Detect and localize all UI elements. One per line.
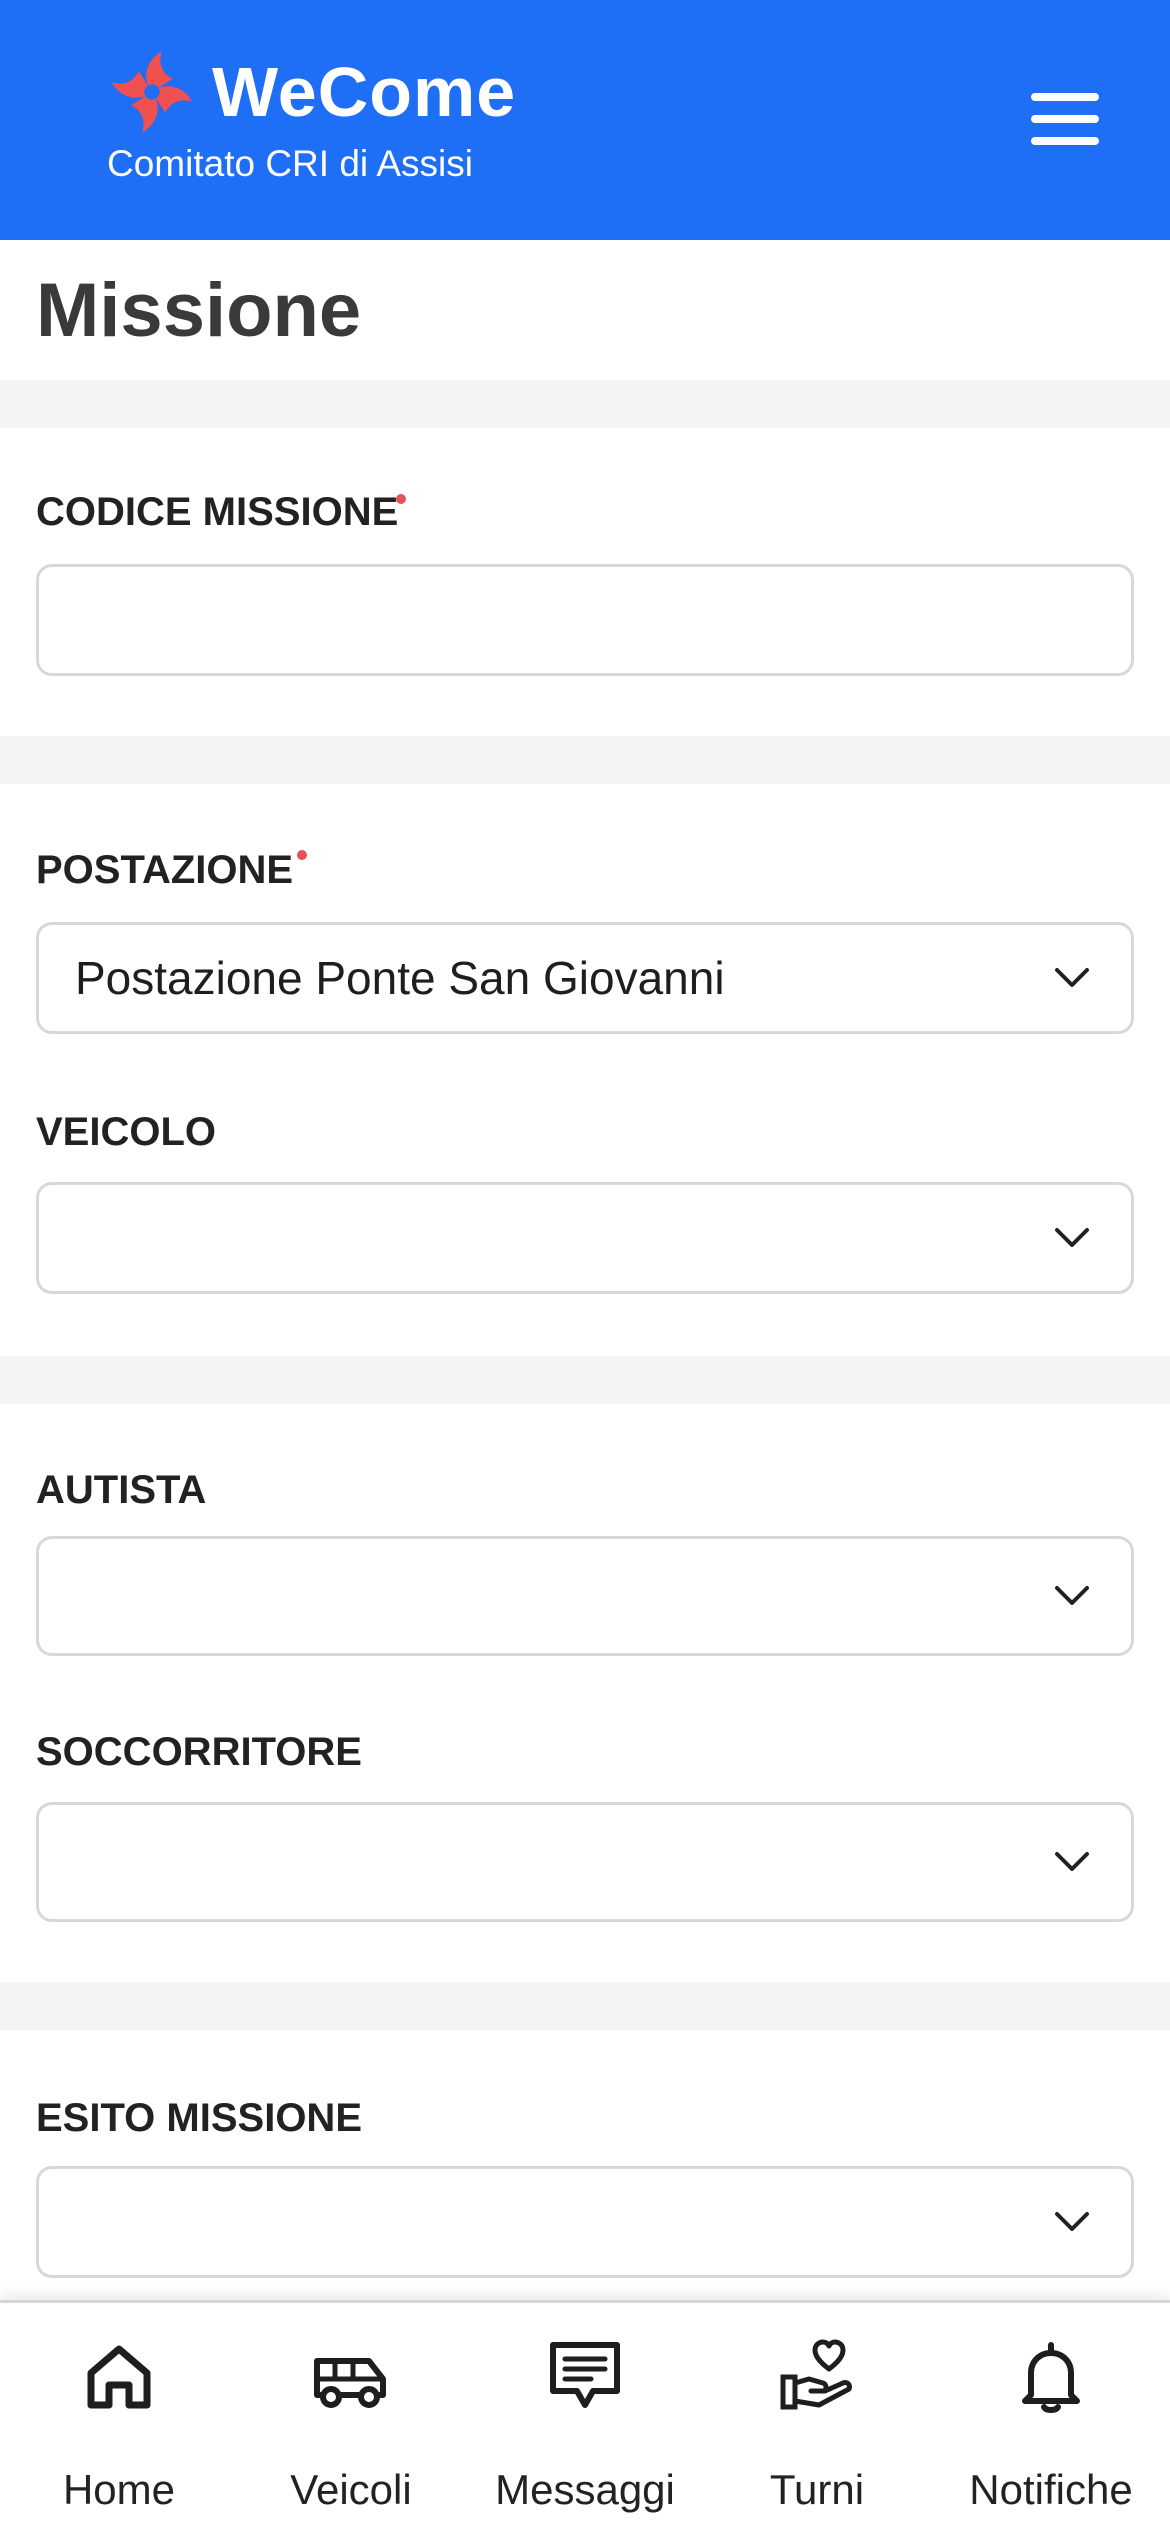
nav-label-turni: Turni xyxy=(769,2466,865,2513)
autista-select[interactable] xyxy=(36,1536,1134,1656)
nav-label-veicoli: Veicoli xyxy=(290,2466,412,2513)
section-esito: ESITO MISSIONE xyxy=(0,2030,1170,2300)
required-indicator xyxy=(396,494,406,504)
codice-missione-label: CODICE MISSIONE xyxy=(36,490,399,534)
section-divider xyxy=(0,736,1170,784)
chevron-down-icon xyxy=(1055,2212,1089,2231)
message-icon xyxy=(550,2342,620,2408)
nav-item-messaggi[interactable]: Messaggi xyxy=(468,2303,702,2532)
postazione-label: POSTAZIONE xyxy=(36,848,294,892)
brand-subtitle: Comitato CRI di Assisi xyxy=(107,143,473,184)
section-postazione: POSTAZIONE Postazione Ponte San Giovanni… xyxy=(0,784,1170,1356)
soccorritore-label: SOCCORRITORE xyxy=(36,1730,362,1774)
nav-label-notifiche: Notifiche xyxy=(969,2466,1133,2513)
chevron-down-icon xyxy=(1055,968,1089,987)
brand-name: WeCome xyxy=(212,53,517,131)
pinwheel-logo-icon xyxy=(111,51,193,133)
required-indicator xyxy=(297,850,307,860)
chevron-down-icon xyxy=(1055,1228,1089,1247)
esito-missione-label: ESITO MISSIONE xyxy=(36,2096,362,2140)
app-header: WeCome Comitato CRI di Assisi xyxy=(0,0,1170,240)
codice-missione-input[interactable] xyxy=(39,567,1131,673)
section-divider xyxy=(0,1982,1170,2030)
section-divider xyxy=(0,380,1170,428)
postazione-select[interactable]: Postazione Ponte San Giovanni xyxy=(36,922,1134,1034)
bottom-navigation: Home Veicoli Messaggi Turni Notifiche xyxy=(0,2300,1170,2532)
van-icon xyxy=(314,2358,386,2408)
page-title-block: Missione xyxy=(0,240,1170,380)
codice-missione-field[interactable] xyxy=(36,564,1134,676)
section-equipaggio: AUTISTA SOCCORRITORE xyxy=(0,1404,1170,1982)
home-icon xyxy=(87,2345,151,2409)
nav-item-notifiche[interactable]: Notifiche xyxy=(934,2303,1168,2532)
nav-item-turni[interactable]: Turni xyxy=(700,2303,934,2532)
bell-icon xyxy=(1022,2342,1080,2413)
autista-label: AUTISTA xyxy=(36,1468,207,1512)
nav-label-home: Home xyxy=(62,2466,176,2513)
heart-hand-icon xyxy=(780,2339,852,2410)
section-divider xyxy=(0,1356,1170,1404)
veicolo-label: VEICOLO xyxy=(36,1110,217,1154)
chevron-down-icon xyxy=(1055,1852,1089,1871)
nav-label-messaggi: Messaggi xyxy=(495,2466,675,2513)
section-codice: CODICE MISSIONE xyxy=(0,428,1170,736)
nav-item-home[interactable]: Home xyxy=(2,2303,236,2532)
page-title: Missione xyxy=(36,268,362,353)
nav-item-veicoli[interactable]: Veicoli xyxy=(234,2303,468,2532)
hamburger-menu-icon[interactable] xyxy=(1020,84,1110,154)
chevron-down-icon xyxy=(1055,1586,1089,1605)
postazione-selected-value: Postazione Ponte San Giovanni xyxy=(75,952,725,1004)
esito-missione-select[interactable] xyxy=(36,2166,1134,2278)
soccorritore-select[interactable] xyxy=(36,1802,1134,1922)
veicolo-select[interactable] xyxy=(36,1182,1134,1294)
